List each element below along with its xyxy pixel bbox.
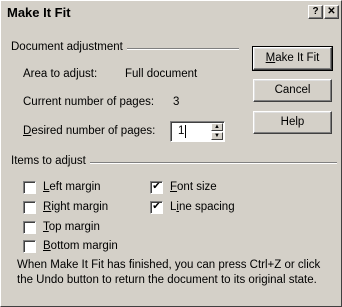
right-margin-checkbox[interactable] — [23, 201, 36, 214]
help-icon[interactable]: ? — [308, 5, 323, 19]
items-to-adjust-group-title: Items to adjust — [11, 155, 90, 167]
desired-pages-label: Desired number of pages: — [23, 125, 155, 137]
make-it-fit-button[interactable]: Make It Fit — [252, 46, 333, 71]
title-bar[interactable]: Make It Fit ? ✕ — [3, 3, 339, 21]
current-pages-label: Current number of pages: — [23, 96, 155, 108]
left-margin-checkbox[interactable] — [23, 181, 36, 194]
area-to-adjust-label: Area to adjust: — [23, 68, 98, 80]
cancel-button[interactable]: Cancel — [253, 79, 332, 102]
top-margin-label[interactable]: Top margin — [43, 221, 100, 233]
spin-up-icon[interactable]: ▲ — [211, 123, 223, 131]
current-pages-value: 3 — [173, 96, 180, 108]
right-margin-label[interactable]: Right margin — [43, 201, 108, 213]
dialog-title: Make It Fit — [7, 5, 71, 20]
font-size-label[interactable]: Font size — [170, 181, 217, 193]
desired-pages-label-text: esired number of pages: — [31, 125, 156, 137]
document-adjustment-group-title: Document adjustment — [11, 41, 127, 53]
top-margin-checkbox[interactable] — [23, 221, 36, 234]
line-spacing-checkbox[interactable]: ✔ — [150, 201, 163, 214]
area-to-adjust-value: Full document — [125, 68, 198, 80]
spinner-buttons: ▲ ▼ — [211, 123, 223, 140]
make-it-fit-dialog: Make It Fit ? ✕ Document adjustment Area… — [0, 0, 342, 307]
spin-down-icon[interactable]: ▼ — [211, 132, 223, 140]
bottom-margin-label[interactable]: Bottom margin — [43, 240, 118, 252]
close-icon[interactable]: ✕ — [324, 5, 339, 19]
help-button[interactable]: Help — [253, 111, 332, 134]
font-size-checkbox[interactable]: ✔ — [150, 181, 163, 194]
text-caret — [185, 125, 186, 138]
undo-note: When Make It Fit has finished, you can p… — [17, 259, 321, 286]
left-margin-label[interactable]: Left margin — [43, 181, 101, 193]
bottom-margin-checkbox[interactable] — [23, 240, 36, 253]
desired-pages-input[interactable]: 1 — [178, 125, 184, 137]
line-spacing-label[interactable]: Line spacing — [170, 201, 235, 213]
make-it-fit-mnemonic: M — [265, 52, 276, 64]
make-it-fit-button-label: ake It Fit — [275, 52, 320, 64]
desired-pages-spinner[interactable]: 1 ▲ ▼ — [170, 121, 225, 142]
